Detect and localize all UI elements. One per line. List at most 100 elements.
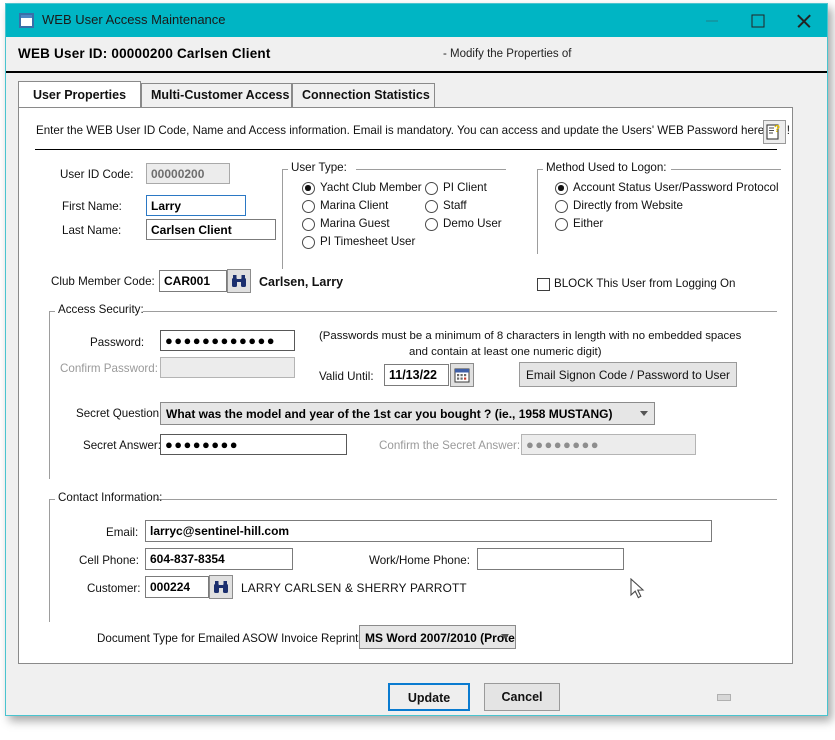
confirm-password-field — [160, 357, 295, 378]
work-home-phone-field[interactable] — [477, 548, 624, 570]
document-type-select[interactable]: MS Word 2007/2010 (Protected) — [359, 625, 516, 649]
window-title: WEB User Access Maintenance — [42, 12, 226, 27]
help-doc-glyph: ? — [764, 121, 785, 143]
radio-marina-client[interactable] — [302, 200, 315, 213]
header-subtitle: - Modify the Properties of — [443, 48, 571, 60]
binoculars-icon — [228, 270, 250, 292]
document-type-value: MS Word 2007/2010 (Protected) — [365, 631, 516, 645]
tab-connection-statistics[interactable]: Connection Statistics — [292, 83, 435, 107]
radio-either-label: Either — [573, 217, 603, 230]
club-member-code-label: Club Member Code: — [51, 275, 155, 288]
radio-yacht-club-member-label: Yacht Club Member — [320, 181, 422, 194]
contact-information-group-title: Contact Information: — [58, 491, 162, 504]
cell-phone-label: Cell Phone: — [79, 554, 139, 567]
block-user-checkbox[interactable] — [537, 278, 550, 291]
document-type-label: Document Type for Emailed ASOW Invoice R… — [97, 632, 367, 645]
tab-multi-customer-access[interactable]: Multi-Customer Access — [141, 83, 292, 107]
first-name-field[interactable]: Larry — [146, 195, 246, 216]
dialog-button-bar: Update Cancel — [6, 666, 827, 716]
email-field[interactable]: larryc@sentinel-hill.com — [145, 520, 712, 542]
password-rule-line-2: and contain at least one numeric digit) — [409, 346, 602, 358]
last-name-field[interactable]: Carlsen Client — [146, 219, 276, 240]
user-properties-panel: Enter the WEB User ID Code, Name and Acc… — [18, 107, 793, 664]
valid-until-field[interactable]: 11/13/22 — [384, 364, 449, 386]
radio-directly-from-website-label: Directly from Website — [573, 199, 683, 212]
radio-marina-guest[interactable] — [302, 218, 315, 231]
resize-grip[interactable] — [717, 694, 731, 701]
tab-user-properties[interactable]: User Properties — [18, 81, 141, 107]
radio-demo-user-label: Demo User — [443, 217, 502, 230]
screenshot-root: WEB User Access Maintenance WEB User ID:… — [0, 0, 835, 740]
customer-name-text: LARRY CARLSEN & SHERRY PARROTT — [241, 581, 467, 595]
customer-code-field[interactable]: 000224 — [145, 576, 209, 598]
email-signon-button[interactable]: Email Signon Code / Password to User — [519, 362, 737, 387]
club-member-code-field[interactable]: CAR001 — [159, 270, 227, 292]
club-member-name-text: Carlsen, Larry — [259, 275, 343, 289]
tab-user-properties-label: User Properties — [33, 88, 126, 102]
chevron-down-icon — [640, 411, 648, 416]
email-label: Email: — [106, 526, 138, 539]
tab-connection-statistics-label: Connection Statistics — [302, 88, 430, 102]
minimize-button[interactable] — [689, 4, 735, 37]
radio-pi-timesheet-user-label: PI Timesheet User — [320, 235, 415, 248]
update-button[interactable]: Update — [388, 683, 470, 711]
secret-question-value: What was the model and year of the 1st c… — [166, 407, 613, 421]
radio-account-status-protocol-label: Account Status User/Password Protocol — [573, 181, 779, 194]
radio-staff-label: Staff — [443, 199, 467, 212]
user-type-group: User Type: Yacht Club Member Marina Clie… — [282, 169, 506, 269]
application-window: WEB User Access Maintenance WEB User ID:… — [5, 3, 828, 716]
radio-demo-user[interactable] — [425, 218, 438, 231]
radio-staff[interactable] — [425, 200, 438, 213]
instructions-divider — [35, 149, 777, 150]
radio-either[interactable] — [555, 218, 568, 231]
access-security-group-title: Access Security: — [58, 303, 144, 316]
password-rule-line-1: (Passwords must be a minimum of 8 charac… — [319, 330, 741, 342]
instructions-text: Enter the WEB User ID Code, Name and Acc… — [36, 124, 790, 137]
radio-marina-guest-label: Marina Guest — [320, 217, 390, 230]
svg-text:?: ? — [774, 124, 780, 135]
customer-lookup-button[interactable] — [209, 575, 233, 599]
binoculars-icon — [210, 576, 232, 598]
password-label: Password: — [90, 336, 144, 349]
radio-yacht-club-member[interactable] — [302, 182, 315, 195]
user-id-code-field: 00000200 — [146, 163, 230, 184]
radio-pi-client-label: PI Client — [443, 181, 487, 194]
radio-pi-timesheet-user[interactable] — [302, 236, 315, 249]
radio-pi-client[interactable] — [425, 182, 438, 195]
secret-question-select[interactable]: What was the model and year of the 1st c… — [160, 402, 655, 425]
header-band: WEB User ID: 00000200 Carlsen Client - M… — [6, 37, 827, 73]
logon-method-group-title: Method Used to Logon: — [546, 161, 667, 174]
title-bar: WEB User Access Maintenance — [6, 4, 827, 37]
block-user-label: BLOCK This User from Logging On — [554, 277, 736, 290]
tab-multi-customer-access-label: Multi-Customer Access — [151, 88, 289, 102]
secret-question-label: Secret Question: — [76, 407, 162, 420]
cell-phone-field[interactable]: 604-837-8354 — [145, 548, 293, 570]
radio-directly-from-website[interactable] — [555, 200, 568, 213]
confirm-password-label: Confirm Password: — [60, 362, 158, 375]
minimize-icon — [706, 20, 718, 21]
customer-label: Customer: — [87, 582, 140, 595]
radio-marina-client-label: Marina Client — [320, 199, 388, 212]
radio-account-status-protocol[interactable] — [555, 182, 568, 195]
calendar-icon — [451, 364, 473, 386]
maximize-button[interactable] — [735, 4, 781, 37]
last-name-label: Last Name: — [62, 224, 121, 237]
user-type-group-title: User Type: — [291, 161, 347, 174]
user-id-code-label: User ID Code: — [60, 168, 133, 181]
help-document-icon[interactable]: ? — [763, 120, 786, 144]
cancel-button[interactable]: Cancel — [484, 683, 560, 711]
confirm-secret-answer-field: ●●●●●●●● — [521, 434, 696, 455]
confirm-secret-answer-label: Confirm the Secret Answer: — [379, 439, 520, 452]
club-member-lookup-button[interactable] — [227, 269, 251, 293]
password-field[interactable]: ●●●●●●●●●●●● — [160, 330, 295, 351]
logon-method-group: Method Used to Logon: Account Status Use… — [537, 169, 781, 254]
close-button[interactable] — [781, 4, 827, 37]
valid-until-calendar-button[interactable] — [450, 363, 474, 387]
secret-answer-label: Secret Answer: — [83, 439, 161, 452]
work-home-phone-label: Work/Home Phone: — [369, 554, 470, 567]
first-name-label: First Name: — [62, 200, 122, 213]
maximize-icon — [752, 14, 765, 27]
web-user-id-heading: WEB User ID: 00000200 Carlsen Client — [18, 46, 271, 61]
secret-answer-field[interactable]: ●●●●●●●● — [160, 434, 347, 455]
chevron-down-icon — [501, 634, 509, 639]
